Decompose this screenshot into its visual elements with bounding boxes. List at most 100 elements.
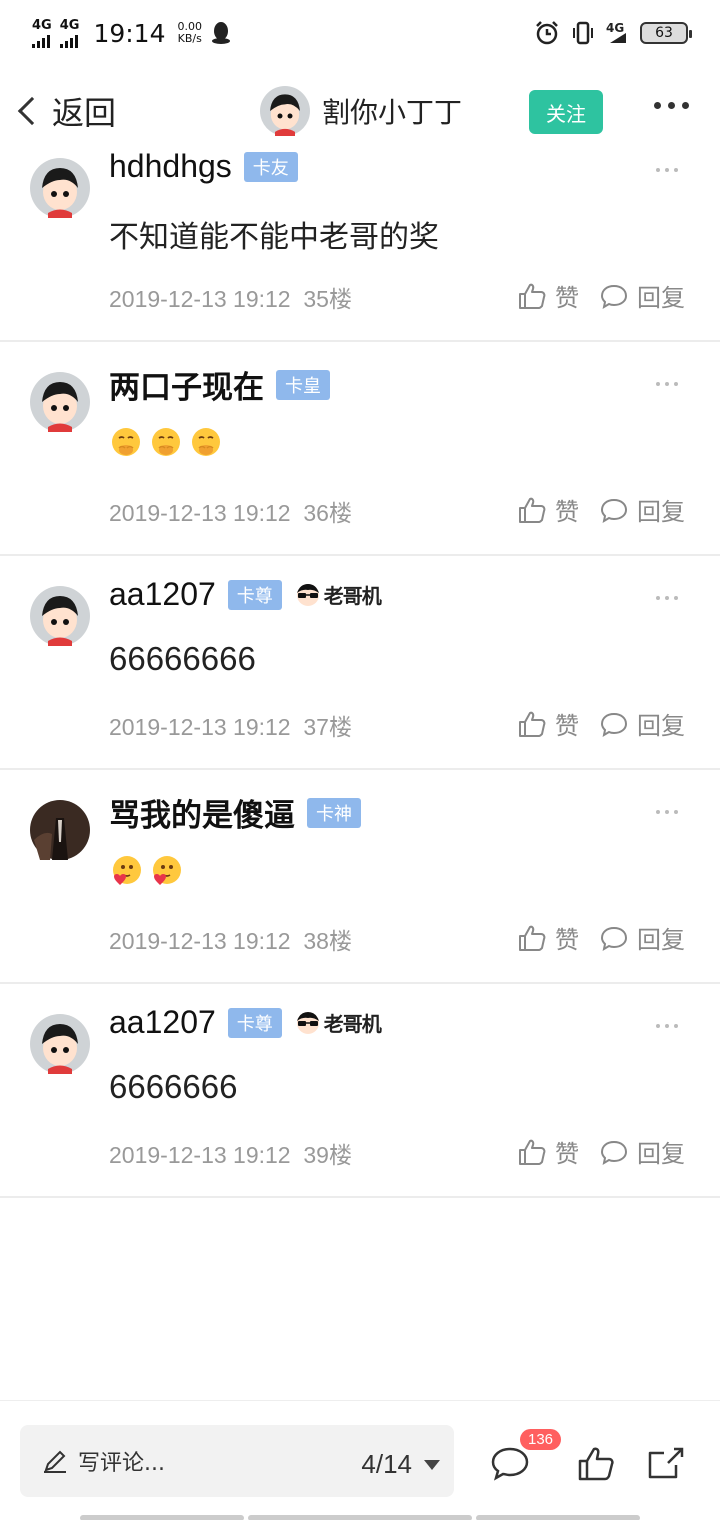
reply-button[interactable]: 回复 — [599, 706, 685, 741]
comment-text: 6666666 — [109, 1068, 238, 1105]
reply-button[interactable]: 回复 — [599, 278, 685, 313]
reply-button[interactable]: 回复 — [599, 492, 685, 527]
floor-number: 39楼 — [303, 1142, 352, 1168]
clock: 19:14 — [93, 18, 166, 48]
back-label: 返回 — [52, 94, 117, 132]
comment-date: 2019-12-13 19:12 — [109, 500, 291, 526]
author-info[interactable]: 割你小丁丁 — [260, 86, 462, 136]
emoji-giggle-icon — [152, 428, 180, 456]
reply-icon — [600, 1140, 628, 1165]
like-button[interactable]: 赞 — [517, 706, 579, 741]
emoji-love-icon — [113, 856, 141, 885]
like-button[interactable]: 赞 — [517, 492, 579, 527]
comment-emojis — [109, 426, 223, 460]
reply-label: 回复 — [637, 498, 685, 526]
level-badge: 卡友 — [243, 151, 298, 182]
comment-meta: 2019-12-13 19:12 38楼 — [109, 922, 352, 956]
comment-count-badge: 136 — [520, 1429, 562, 1450]
comment-date: 2019-12-13 19:12 — [109, 286, 291, 312]
chevron-left-icon — [17, 96, 47, 126]
comment-text: 66666666 — [109, 640, 256, 677]
comment-more-icon[interactable] — [656, 1024, 678, 1028]
write-comment-placeholder: 写评论... — [78, 1451, 165, 1476]
comment-item[interactable]: aa1207 卡尊 老哥机 66666666 2019-12-13 19:12 37楼 赞… — [0, 556, 720, 770]
avatar[interactable] — [30, 586, 90, 646]
network-speed: 0.00 KB/s — [177, 21, 202, 45]
like-icon — [519, 283, 546, 309]
comment-item[interactable]: aa1207 卡尊 老哥机 6666666 2019-12-13 19:12 39楼 赞 回… — [0, 984, 720, 1198]
level-badge: 卡神 — [307, 797, 361, 828]
level-badge: 卡尊 — [227, 1007, 282, 1038]
reply-button[interactable]: 回复 — [599, 1134, 685, 1169]
top-nav: 返回 割你小丁丁 关注 — [0, 76, 720, 148]
like-icon — [519, 1139, 546, 1165]
page-selector[interactable]: 4/14 — [361, 1449, 440, 1480]
speed-unit: KB/s — [177, 32, 202, 45]
comment-date: 2019-12-13 19:12 — [109, 1142, 291, 1168]
comment-item[interactable]: 两口子现在 卡皇 2019-12-13 19:12 36楼 赞 回复 — [0, 342, 720, 556]
level-badge: 卡尊 — [227, 579, 282, 610]
floor-number: 35楼 — [303, 286, 352, 312]
username[interactable]: 两口子现在 — [109, 362, 264, 407]
comment-list[interactable]: 骂我的是傻逼卡神2019-12-13 19:12 34楼赞回复hdhdhgs卡友… — [0, 148, 720, 1400]
bottom-bar: 写评论... 4/14 136 — [0, 1400, 720, 1520]
comment-more-icon[interactable] — [656, 596, 678, 600]
avatar[interactable] — [30, 1014, 90, 1074]
comment-item[interactable]: hdhdhgs 卡友不知道能不能中老哥的奖 2019-12-13 19:12 35楼… — [0, 148, 720, 342]
comment-date: 2019-12-13 19:12 — [109, 714, 291, 740]
qq-icon — [211, 22, 230, 44]
comment-more-icon[interactable] — [656, 168, 678, 172]
comment-date: 2019-12-13 19:12 — [109, 928, 291, 954]
nav-indicator — [476, 1515, 640, 1520]
comment-more-icon[interactable] — [656, 810, 678, 814]
emoji-love-icon — [153, 856, 181, 885]
reply-icon — [600, 284, 628, 309]
comment-item[interactable]: 骂我的是傻逼 卡神 2019-12-13 19:12 38楼 赞 回复 — [0, 770, 720, 984]
nav-indicator — [248, 1515, 472, 1520]
like-button[interactable]: 赞 — [517, 1134, 579, 1169]
like-button[interactable]: 赞 — [517, 920, 579, 955]
reply-button[interactable]: 回复 — [599, 920, 685, 955]
comment-emojis — [109, 854, 183, 888]
like-icon — [519, 711, 546, 737]
caret-down-icon — [424, 1459, 440, 1470]
comment-meta: 2019-12-13 19:12 37楼 — [109, 708, 352, 742]
comment-icon[interactable] — [490, 1443, 530, 1483]
like-button[interactable]: 赞 — [517, 278, 579, 313]
follow-button[interactable]: 关注 — [529, 90, 603, 134]
like-icon[interactable] — [576, 1443, 616, 1483]
username[interactable]: aa1207 — [109, 1004, 216, 1041]
username[interactable]: aa1207 — [109, 576, 216, 613]
author-name: 割你小丁丁 — [322, 96, 463, 129]
comment-meta: 2019-12-13 19:12 35楼 — [109, 280, 352, 314]
alarm-icon — [536, 21, 558, 45]
write-comment-input[interactable]: 写评论... 4/14 — [20, 1425, 454, 1497]
svg-text:4G: 4G — [606, 21, 624, 35]
reply-icon — [600, 926, 628, 951]
comment-more-icon[interactable] — [656, 382, 678, 386]
comment-text: 不知道能不能中老哥的奖 — [109, 220, 439, 255]
like-icon — [519, 497, 546, 523]
floor-number: 36楼 — [303, 500, 352, 526]
floor-number: 38楼 — [303, 928, 352, 954]
avatar[interactable] — [30, 800, 90, 860]
signal-icon-1: 4G — [32, 19, 52, 48]
avatar[interactable] — [30, 158, 90, 218]
avatar[interactable] — [30, 372, 90, 432]
reply-icon — [600, 712, 628, 737]
username[interactable]: 骂我的是傻逼 — [109, 790, 295, 835]
reply-label: 回复 — [637, 284, 685, 312]
status-bar: 4G 4G 19:14 0.00 KB/s 4G 63 — [0, 0, 720, 66]
network-type: 4G — [32, 17, 52, 33]
share-icon[interactable] — [646, 1443, 686, 1483]
signal-icon-3: 4G — [606, 21, 626, 43]
back-button[interactable]: 返回 — [14, 88, 116, 134]
more-options-icon[interactable] — [654, 102, 689, 109]
sunglasses-face-icon — [296, 1011, 319, 1034]
title-tag-label: 老哥机 — [323, 1012, 382, 1036]
username[interactable]: hdhdhgs — [109, 148, 232, 185]
comment-meta: 2019-12-13 19:12 39楼 — [109, 1136, 352, 1170]
like-label: 赞 — [555, 1140, 579, 1168]
like-label: 赞 — [555, 498, 579, 526]
avatar — [260, 86, 310, 136]
